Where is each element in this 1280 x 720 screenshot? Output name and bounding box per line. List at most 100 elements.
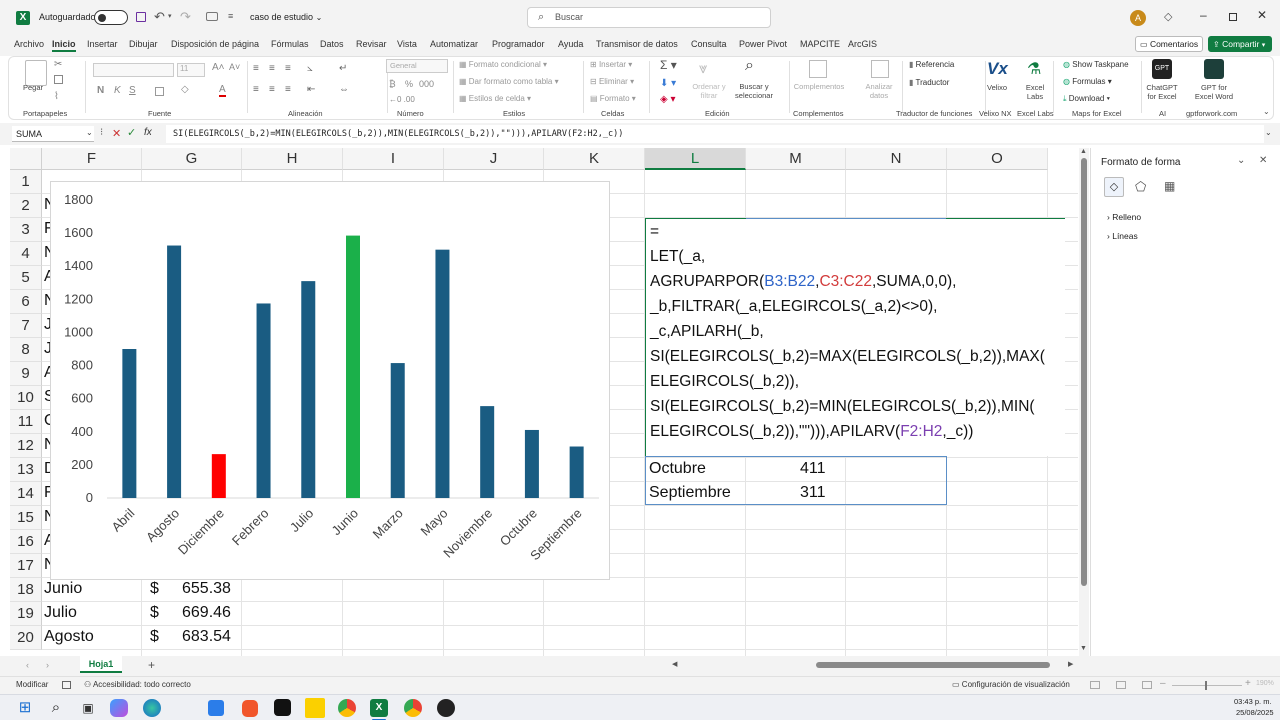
bar-marzo[interactable] [390,363,405,498]
conditional-format-button[interactable]: ▦ Formato condicional ▾ [459,60,547,69]
row-header-7[interactable]: 7 [10,314,42,338]
pane-close-icon[interactable]: ✕ [1259,155,1267,166]
spill-label-septiembre[interactable]: Septiembre [649,484,731,502]
undo-dropdown-icon[interactable]: ▾ [168,12,172,20]
accept-formula-icon[interactable]: ✓ [127,126,136,139]
tab-ayuda[interactable]: Ayuda [558,39,583,49]
bold-icon[interactable]: N [97,85,104,96]
autosave-toggle[interactable] [94,10,128,25]
scroll-right-icon[interactable]: ▶ [1068,660,1073,668]
obs-icon[interactable] [437,699,455,717]
autosum-icon[interactable]: Σ ▾ [660,58,677,72]
copilot-icon[interactable] [110,699,128,717]
row-header-19[interactable]: 19 [10,602,42,626]
ribbon-collapse-icon[interactable]: ⌄ [1263,107,1270,116]
fill-icon[interactable]: ⬇ ▾ [660,78,676,89]
format-cells-button[interactable]: ▤ Formato ▾ [590,94,636,103]
row-header-2[interactable]: 2 [10,194,42,218]
tab-transmisor[interactable]: Transmisor de datos [596,39,678,49]
cell-month[interactable]: Junio [44,580,82,598]
sort-filter-label[interactable]: Ordenar y filtrar [689,82,729,100]
clock-time[interactable]: 03:43 p. m. [1234,697,1272,706]
orientation-icon[interactable]: ⦣ [307,63,313,74]
align-top-icon[interactable]: ≡ [253,63,259,74]
format-painter-icon[interactable]: ⌇ [54,91,59,102]
column-header-i[interactable]: I [343,148,444,170]
row-header-18[interactable]: 18 [10,578,42,602]
excel-taskbar-icon[interactable]: X [370,699,388,717]
zoom-slider[interactable] [1172,681,1242,690]
cell-currency[interactable]: $ [150,628,159,646]
cell-month[interactable]: Agosto [44,628,94,646]
formula-input[interactable]: SI(ELEGIRCOLS(_b,2)=MIN(ELEGIRCOLS(_b,2)… [166,125,1264,143]
font-size-input[interactable]: 11 [177,63,205,77]
align-left-icon[interactable]: ≡ [253,84,259,95]
tab-insertar[interactable]: Insertar [87,39,118,49]
fill-line-tab-icon[interactable]: ◇ [1104,177,1124,197]
tab-automatizar[interactable]: Automatizar [430,39,478,49]
bar-febrero[interactable] [256,303,271,498]
clock-date[interactable]: 25/08/2025 [1236,708,1274,717]
bar-octubre[interactable] [524,429,539,498]
diamond-icon[interactable]: ◇ [1164,10,1172,23]
add-sheet-icon[interactable]: + [148,658,155,672]
expand-formula-icon[interactable]: ⌄ [1265,128,1272,137]
column-header-n[interactable]: N [846,148,947,170]
row-header-1[interactable]: 1 [10,170,42,194]
sticky-notes-icon[interactable] [305,698,325,718]
decimals-icon[interactable]: ←0 .00 [389,95,415,104]
chrome-icon[interactable] [338,699,356,717]
row-header-11[interactable]: 11 [10,410,42,434]
select-all-corner[interactable] [10,148,42,170]
reference-button[interactable]: ▮ Referencia [909,60,954,69]
page-break-icon[interactable] [1142,681,1152,689]
row-header-6[interactable]: 6 [10,290,42,314]
show-taskpane-button[interactable]: ◍ Show Taskpane [1063,60,1129,69]
column-header-m[interactable]: M [746,148,846,170]
comments-button[interactable]: ▭ Comentarios [1135,36,1203,52]
cancel-formula-icon[interactable]: ✕ [112,127,121,140]
tab-programador[interactable]: Programador [492,39,545,49]
bar-abril[interactable] [122,349,137,498]
scroll-left-icon[interactable]: ◀ [672,660,677,668]
undo-icon[interactable]: ↶ [154,9,165,25]
row-header-17[interactable]: 17 [10,554,42,578]
scroll-down-icon[interactable]: ▼ [1080,645,1087,652]
borders-icon[interactable] [155,87,164,96]
chart-container[interactable]: 0 200 400 600 800 1000 1200 1400 1600 1800 Abril Ag… [50,181,610,580]
zoom-level[interactable]: 190% [1256,680,1274,687]
align-bottom-icon[interactable]: ≡ [285,63,291,74]
tab-mapcite[interactable]: MAPCITE [800,39,840,49]
thousands-icon[interactable]: 000 [419,79,434,89]
chatgpt-icon[interactable]: GPT [1152,59,1172,79]
paste-label[interactable]: Pegar [23,83,43,92]
more-icon[interactable]: ⁝ [100,127,103,138]
tab-dibujar[interactable]: Dibujar [129,39,158,49]
tab-arcgis[interactable]: ArcGIS [848,39,877,49]
spill-value-septiembre[interactable]: 311 [800,484,826,502]
wrap-text-icon[interactable]: ↵ [339,63,347,74]
name-box-dropdown-icon[interactable]: ⌄ [86,128,93,137]
clear-icon[interactable]: ◈ ▾ [660,94,676,105]
share-button[interactable]: ⇪ Compartir ▾ [1208,36,1272,52]
row-header-13[interactable]: 13 [10,458,42,482]
tab-inicio[interactable]: Inicio [52,39,76,52]
align-middle-icon[interactable]: ≡ [269,63,275,74]
tab-archivo[interactable]: Archivo [14,39,44,49]
bar-noviembre[interactable] [480,406,495,498]
spill-label-octubre[interactable]: Octubre [649,460,706,478]
italic-icon[interactable]: K [114,85,121,96]
pane-options-icon[interactable]: ⌄ [1237,155,1245,166]
column-header-l[interactable]: L [645,148,746,170]
search-box[interactable]: ⌕ Buscar [527,7,771,28]
underline-icon[interactable]: S [129,85,136,96]
column-header-g[interactable]: G [142,148,242,170]
tab-formulas[interactable]: Fórmulas [271,39,309,49]
align-right-icon[interactable]: ≡ [285,84,291,95]
tab-vista[interactable]: Vista [397,39,417,49]
merge-icon[interactable]: ⇔ [339,84,349,95]
translator-button[interactable]: ▮ Traductor [909,78,949,87]
section-lines[interactable]: › Líneas [1107,231,1138,241]
row-header-15[interactable]: 15 [10,506,42,530]
column-header-j[interactable]: J [444,148,544,170]
